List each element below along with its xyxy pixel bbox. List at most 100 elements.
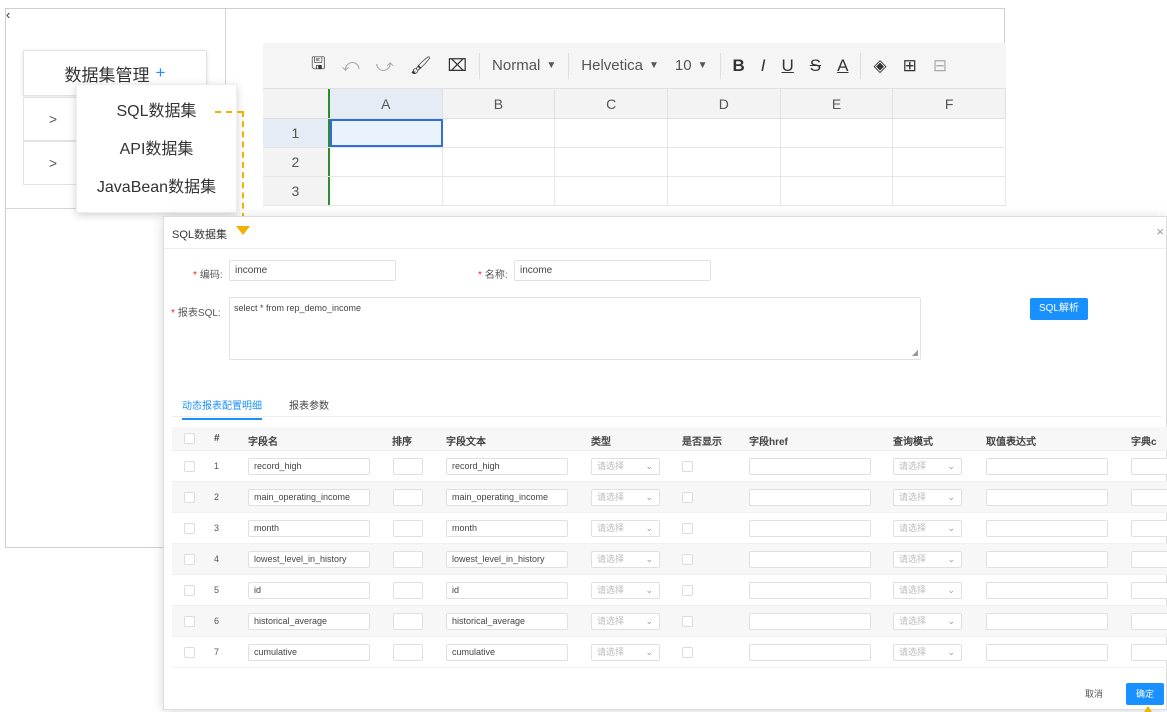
side-row-expand[interactable]: > [23, 97, 83, 141]
cell[interactable] [555, 119, 668, 147]
field-name-input[interactable]: historical_average [248, 613, 370, 630]
confirm-button[interactable]: 确定 [1126, 683, 1164, 705]
format-painter-icon[interactable]: 🖌 [402, 43, 440, 89]
show-checkbox[interactable] [682, 554, 693, 565]
show-checkbox[interactable] [682, 616, 693, 627]
column-header[interactable]: C [555, 89, 668, 118]
cell-a1[interactable] [329, 119, 443, 147]
type-select[interactable]: 请选择 ⌄ [591, 551, 660, 568]
underline-icon[interactable]: U [774, 43, 802, 89]
expression-input[interactable] [986, 489, 1108, 506]
row-header[interactable]: 2 [263, 148, 330, 176]
cell[interactable] [443, 148, 556, 176]
expression-input[interactable] [986, 582, 1108, 599]
strikethrough-icon[interactable]: S [802, 43, 829, 89]
save-icon[interactable]: 🖫 [303, 43, 333, 89]
plus-icon[interactable]: + [156, 63, 166, 83]
type-select[interactable]: 请选择 ⌄ [591, 489, 660, 506]
cell[interactable] [781, 177, 894, 205]
clear-format-icon[interactable]: ⌧ [439, 43, 475, 89]
show-checkbox[interactable] [682, 585, 693, 596]
menu-item-javabean-dataset[interactable]: JavaBean数据集 [77, 169, 236, 207]
href-input[interactable] [749, 644, 871, 661]
name-input[interactable]: income [514, 260, 711, 281]
field-text-input[interactable]: month [446, 520, 568, 537]
dict-input[interactable] [1131, 520, 1167, 537]
show-checkbox[interactable] [682, 492, 693, 503]
expression-input[interactable] [986, 613, 1108, 630]
show-checkbox[interactable] [682, 461, 693, 472]
sort-input[interactable] [393, 613, 423, 630]
expression-input[interactable] [986, 520, 1108, 537]
field-text-input[interactable]: historical_average [446, 613, 568, 630]
merge-cells-icon[interactable]: ⊟ [925, 43, 955, 89]
side-row-expand[interactable]: > [23, 141, 83, 185]
cell[interactable] [668, 148, 781, 176]
row-checkbox[interactable] [184, 461, 195, 472]
field-text-input[interactable]: id [446, 582, 568, 599]
sort-input[interactable] [393, 458, 423, 475]
cell[interactable] [443, 119, 556, 147]
field-name-input[interactable]: id [248, 582, 370, 599]
cell[interactable] [668, 119, 781, 147]
field-name-input[interactable]: record_high [248, 458, 370, 475]
row-checkbox[interactable] [184, 523, 195, 534]
type-select[interactable]: 请选择 ⌄ [591, 613, 660, 630]
type-select[interactable]: 请选择 ⌄ [591, 582, 660, 599]
code-input[interactable]: income [229, 260, 396, 281]
text-color-icon[interactable]: A [829, 43, 856, 89]
cell[interactable] [555, 148, 668, 176]
field-text-input[interactable]: cumulative [446, 644, 568, 661]
fill-color-icon[interactable]: ◈ [865, 43, 894, 89]
cell[interactable] [668, 177, 781, 205]
font-select[interactable]: Helvetica ▼ [573, 43, 667, 89]
column-header[interactable]: B [443, 89, 556, 118]
cell[interactable] [555, 177, 668, 205]
type-select[interactable]: 请选择 ⌄ [591, 520, 660, 537]
field-name-input[interactable]: main_operating_income [248, 489, 370, 506]
href-input[interactable] [749, 520, 871, 537]
style-select[interactable]: Normal ▼ [484, 43, 564, 89]
sort-input[interactable] [393, 520, 423, 537]
dict-input[interactable] [1131, 582, 1167, 599]
row-header[interactable]: 3 [263, 177, 330, 205]
href-input[interactable] [749, 551, 871, 568]
row-checkbox[interactable] [184, 492, 195, 503]
grid-corner[interactable] [263, 89, 330, 118]
query-mode-select[interactable]: 请选择 ⌄ [893, 551, 962, 568]
expression-input[interactable] [986, 458, 1108, 475]
type-select[interactable]: 请选择 ⌄ [591, 644, 660, 661]
field-name-input[interactable]: lowest_level_in_history [248, 551, 370, 568]
cell[interactable] [893, 148, 1007, 176]
column-header[interactable]: F [893, 89, 1007, 118]
dict-input[interactable] [1131, 489, 1167, 506]
query-mode-select[interactable]: 请选择 ⌄ [893, 520, 962, 537]
field-name-input[interactable]: cumulative [248, 644, 370, 661]
cell[interactable] [893, 177, 1007, 205]
dict-input[interactable] [1131, 458, 1167, 475]
sql-textarea[interactable]: select * from rep_demo_income ◢ [229, 297, 921, 360]
dict-input[interactable] [1131, 644, 1167, 661]
sort-input[interactable] [393, 551, 423, 568]
undo-icon[interactable]: ⤺ [333, 43, 367, 89]
query-mode-select[interactable]: 请选择 ⌄ [893, 644, 962, 661]
field-text-input[interactable]: record_high [446, 458, 568, 475]
redo-icon[interactable]: ⤻ [368, 43, 402, 89]
cell[interactable] [781, 148, 894, 176]
sort-input[interactable] [393, 582, 423, 599]
href-input[interactable] [749, 458, 871, 475]
dict-input[interactable] [1131, 551, 1167, 568]
sort-input[interactable] [393, 644, 423, 661]
menu-item-sql-dataset[interactable]: SQL数据集 [77, 93, 236, 131]
row-checkbox[interactable] [184, 554, 195, 565]
cell[interactable] [443, 177, 556, 205]
border-icon[interactable]: ⊞ [895, 43, 925, 89]
dict-input[interactable] [1131, 613, 1167, 630]
expression-input[interactable] [986, 551, 1108, 568]
query-mode-select[interactable]: 请选择 ⌄ [893, 489, 962, 506]
field-name-input[interactable]: month [248, 520, 370, 537]
row-checkbox[interactable] [184, 647, 195, 658]
column-header[interactable]: D [668, 89, 781, 118]
font-size-select[interactable]: 10 ▼ [667, 43, 716, 89]
query-mode-select[interactable]: 请选择 ⌄ [893, 613, 962, 630]
